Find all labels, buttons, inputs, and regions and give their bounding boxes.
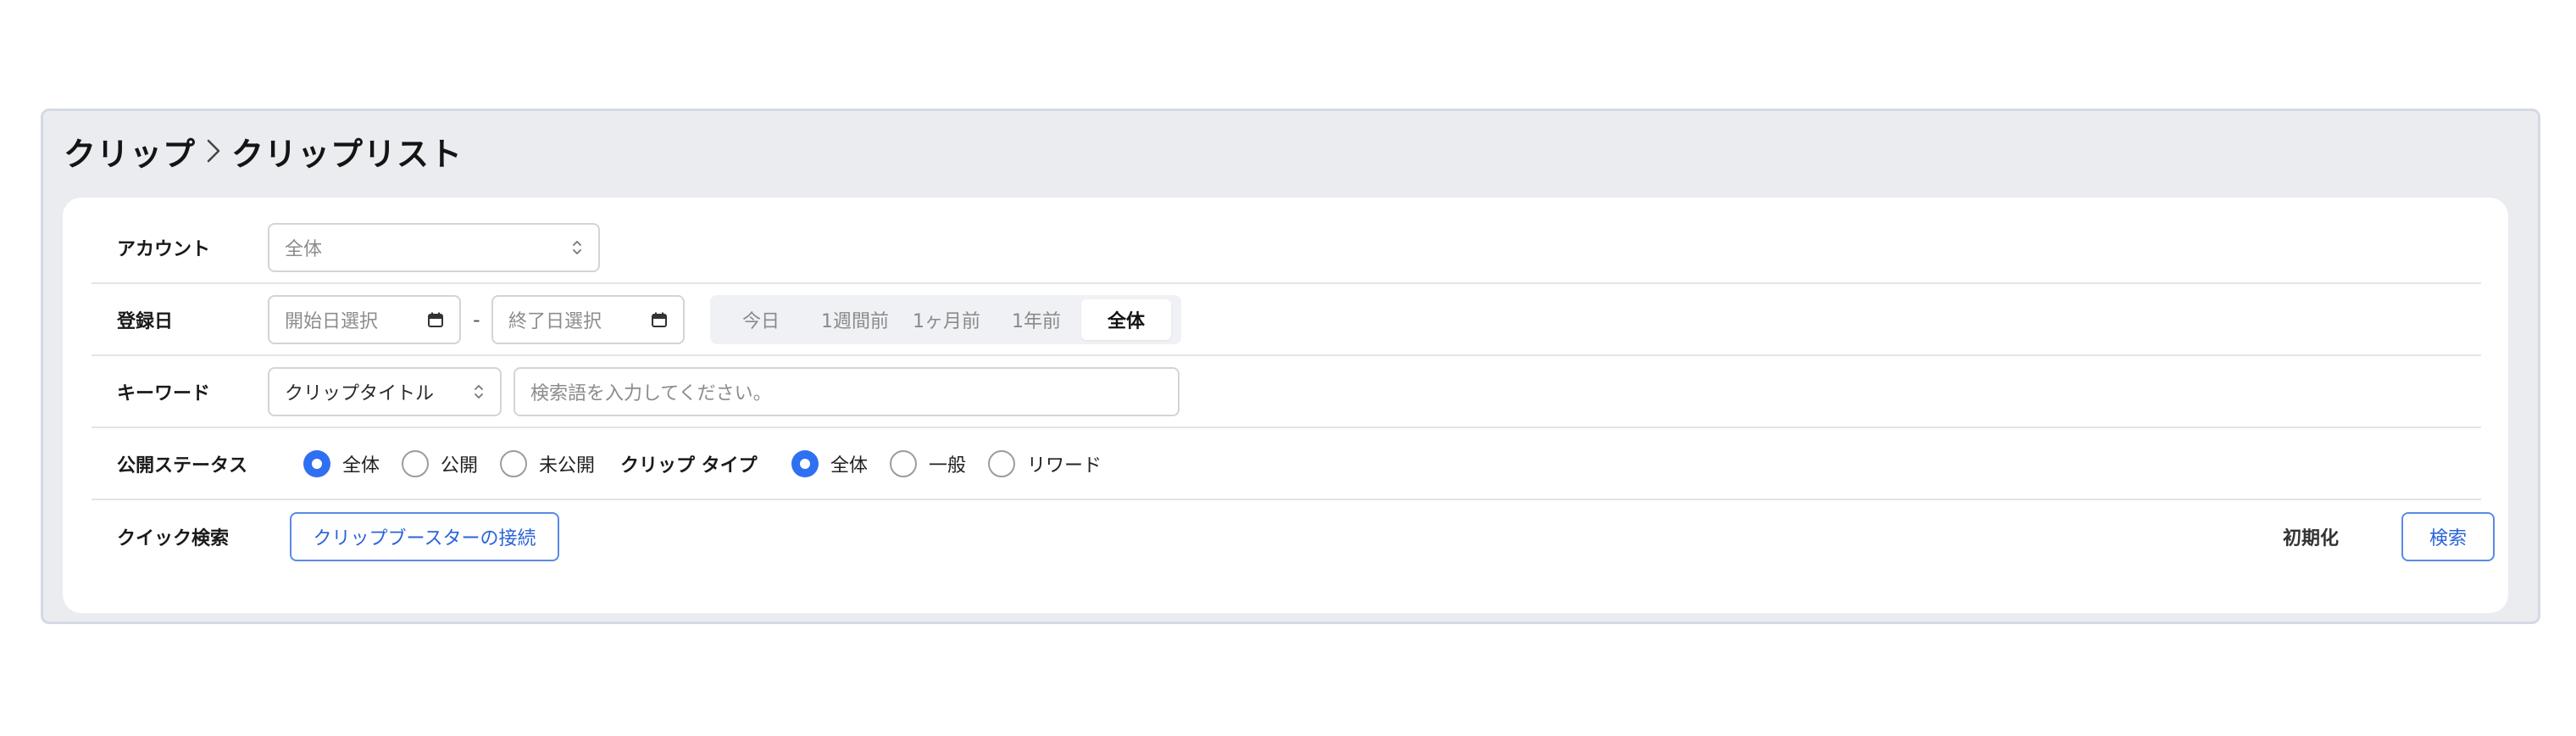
reset-button[interactable]: 初期化 <box>2283 523 2339 550</box>
radio-unchecked-icon <box>890 449 918 477</box>
start-date-picker[interactable]: 開始日選択 <box>268 294 461 344</box>
chevron-right-icon <box>206 138 221 164</box>
calendar-icon <box>427 311 444 328</box>
keyword-field-select[interactable]: クリップタイトル <box>268 366 502 416</box>
page-title: クリップリスト <box>231 135 464 173</box>
clip-type-label: クリップ タイプ <box>620 454 758 477</box>
clip-type-general-radio[interactable]: 一般 <box>890 449 966 477</box>
calendar-icon <box>651 311 668 328</box>
range-1-year-button[interactable]: 1年前 <box>991 299 1081 340</box>
clip-booster-connect-button[interactable]: クリップブースターの接続 <box>290 511 559 561</box>
radio-unchecked-icon <box>500 449 528 477</box>
radio-unchecked-icon <box>988 449 1016 477</box>
range-today-button[interactable]: 今日 <box>713 299 808 340</box>
updown-icon <box>571 238 583 257</box>
start-date-placeholder: 開始日選択 <box>285 310 379 332</box>
breadcrumb: クリップ クリップリスト <box>64 128 463 174</box>
breadcrumb-parent[interactable]: クリップ <box>64 128 196 175</box>
account-select-value: 全体 <box>285 238 323 260</box>
range-all-button[interactable]: 全体 <box>1081 298 1171 340</box>
clip-list-panel: クリップ クリップリスト アカウント 全体 登録日 開始日選択 - 終了日選択 … <box>41 109 2540 624</box>
registered-date-label: 登録日 <box>117 310 174 332</box>
radio-checked-icon <box>791 449 819 477</box>
publish-status-public-radio[interactable]: 公開 <box>402 449 478 477</box>
radio-checked-icon <box>303 449 330 477</box>
keyword-label: キーワード <box>117 382 211 404</box>
quick-search-label: クイック検索 <box>117 527 230 549</box>
registered-date-row: 登録日 開始日選択 - 終了日選択 今日 1週間前 1ヶ月前 1年前 全体 <box>92 284 2481 356</box>
keyword-row: キーワード クリップタイトル 検索語を入力してください。 <box>92 356 2481 428</box>
radio-unchecked-icon <box>402 449 430 477</box>
keyword-search-placeholder: 検索語を入力してください。 <box>530 382 772 404</box>
keyword-field-value: クリップタイトル <box>285 382 435 404</box>
quick-search-row: クイック検索 クリップブースターの接続 初期化 検索 <box>92 500 2495 572</box>
end-date-picker[interactable]: 終了日選択 <box>491 294 685 344</box>
keyword-search-input[interactable]: 検索語を入力してください。 <box>514 366 1180 416</box>
range-1-week-button[interactable]: 1週間前 <box>808 299 902 340</box>
filter-card: アカウント 全体 登録日 開始日選択 - 終了日選択 今日 1週間前 1ヶ月前 … <box>63 198 2508 613</box>
range-1-month-button[interactable]: 1ヶ月前 <box>902 299 991 340</box>
date-range-segmented-control: 今日 1週間前 1ヶ月前 1年前 全体 <box>710 294 1181 344</box>
status-row: 公開ステータス 全体 公開 未公開 クリップ タイプ 全体 一般 リワード <box>92 428 2481 500</box>
account-label: アカウント <box>117 238 211 260</box>
clip-type-all-radio[interactable]: 全体 <box>791 449 868 477</box>
publish-status-private-radio[interactable]: 未公開 <box>500 449 595 477</box>
updown-icon <box>473 382 485 401</box>
account-select[interactable]: 全体 <box>268 222 600 272</box>
account-row: アカウント 全体 <box>92 212 2481 284</box>
search-button[interactable]: 検索 <box>2401 511 2495 561</box>
publish-status-radio-group: 全体 公開 未公開 <box>303 447 617 481</box>
end-date-placeholder: 終了日選択 <box>508 310 602 332</box>
clip-type-radio-group: 全体 一般 リワード <box>791 447 1124 481</box>
publish-status-label: 公開ステータス <box>117 454 248 477</box>
date-range-separator: - <box>473 307 480 332</box>
clip-type-reward-radio[interactable]: リワード <box>988 449 1102 477</box>
publish-status-all-radio[interactable]: 全体 <box>303 449 380 477</box>
